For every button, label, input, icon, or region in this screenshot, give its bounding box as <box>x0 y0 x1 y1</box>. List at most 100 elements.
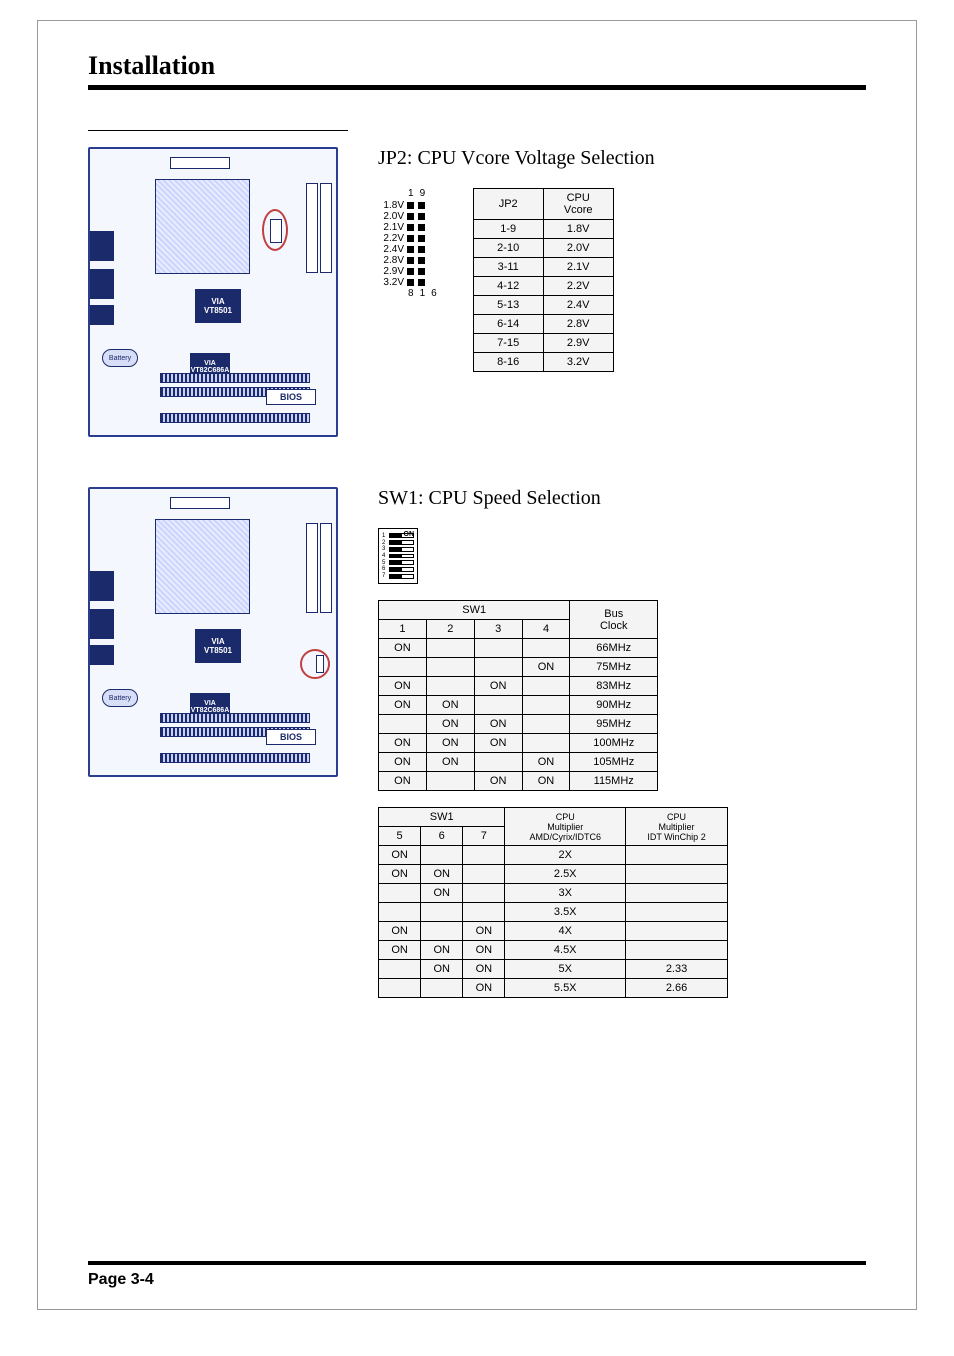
table-cell <box>474 753 522 772</box>
page: Installation VIA VT8501 VIA VT82C686A Ba… <box>37 20 917 1310</box>
dip-number: 1 <box>382 533 385 539</box>
table-cell: ON <box>421 941 463 960</box>
table-cell: 6-14 <box>473 315 543 334</box>
voltage-label: 2.8V <box>378 255 404 266</box>
dip-switch-icon <box>389 547 414 552</box>
dip-number: 6 <box>382 566 385 572</box>
dimm-slot <box>320 523 332 613</box>
table-cell: 2.33 <box>626 960 728 979</box>
table-row: 3-112.1V <box>473 258 613 277</box>
table-cell <box>522 696 570 715</box>
expansion-slot <box>160 373 310 383</box>
port <box>90 269 114 299</box>
table-cell <box>379 903 421 922</box>
bios-chip: BIOS <box>266 389 316 405</box>
battery: Battery <box>102 689 138 707</box>
table-row: ONON2.5X <box>379 865 728 884</box>
dip-switch-col <box>389 533 414 579</box>
pin-icon <box>418 224 425 231</box>
sw1-switch <box>316 655 324 673</box>
table-cell: ON <box>379 677 427 696</box>
table-cell: ON <box>379 753 427 772</box>
northbridge-chip: VIA VT8501 <box>195 289 241 323</box>
sw1a-bus-header: Bus Clock <box>570 601 658 639</box>
table-cell: ON <box>379 639 427 658</box>
table-cell <box>626 941 728 960</box>
table-cell: 4.5X <box>505 941 626 960</box>
port <box>90 305 114 325</box>
sw1-right-col: SW1: CPU Speed Selection 1234567 ON SW1 … <box>378 487 866 998</box>
expansion-slot <box>160 713 310 723</box>
voltage-label: 1.8V <box>378 200 404 211</box>
table-cell: 2.2V <box>543 277 613 296</box>
table-cell: 1.8V <box>543 220 613 239</box>
expansion-slot <box>160 753 310 763</box>
jp2-diagram-row: 2.1V <box>378 222 443 233</box>
table-row: 8-163.2V <box>473 353 613 372</box>
table-cell <box>463 903 505 922</box>
pin-icon <box>418 213 425 220</box>
table-cell: ON <box>379 865 421 884</box>
table-cell <box>379 884 421 903</box>
table-cell: ON <box>379 696 427 715</box>
sw1b-group-header: SW1 <box>379 808 505 827</box>
jp2-diagram-row: 2.0V <box>378 211 443 222</box>
jp2-diagram-row: 1.8V <box>378 200 443 211</box>
sw1b-col-header: 7 <box>463 827 505 846</box>
pin-icon <box>407 224 414 231</box>
dip-number: 5 <box>382 560 385 566</box>
table-cell: ON <box>474 772 522 791</box>
dip-switch-diagram: 1234567 ON <box>378 528 418 584</box>
table-cell: ON <box>522 753 570 772</box>
table-cell: ON <box>463 941 505 960</box>
pin-icon <box>418 257 425 264</box>
table-cell: 75MHz <box>570 658 658 677</box>
pin-label-1: 1 <box>408 188 420 199</box>
sw1-bus-clock-table: SW1 Bus Clock 1234 ON66MHzON75MHzONON83M… <box>378 600 658 791</box>
sw1b-col-header: 6 <box>421 827 463 846</box>
pin-icon <box>407 235 414 242</box>
voltage-label: 2.1V <box>378 222 404 233</box>
jp2-diagram-row: 2.8V <box>378 255 443 266</box>
table-cell <box>426 658 474 677</box>
dip-number: 4 <box>382 553 385 559</box>
table-row: ONON90MHz <box>379 696 658 715</box>
sw1-heading: SW1: CPU Speed Selection <box>378 487 866 510</box>
table-row: ONONON100MHz <box>379 734 658 753</box>
page-title: Installation <box>88 51 866 81</box>
pin-icon <box>418 235 425 242</box>
table-cell <box>522 639 570 658</box>
table-cell: 2.66 <box>626 979 728 998</box>
jp2-diagram-row: 2.2V <box>378 233 443 244</box>
jp2-pin-diagram: 19 1.8V2.0V2.1V2.2V2.4V2.8V2.9V3.2V 816 <box>378 188 443 299</box>
table-cell: ON <box>522 658 570 677</box>
dip-switch-icon <box>389 574 414 579</box>
jp2-col-header: JP2 <box>473 189 543 220</box>
dip-on-label: ON <box>404 531 415 538</box>
sw1b-mult1-header: CPU Multiplier AMD/Cyrix/IDTC6 <box>505 808 626 846</box>
pin-icon <box>407 268 414 275</box>
pin-label-16: 16 <box>420 288 443 299</box>
table-cell <box>379 658 427 677</box>
table-row: ON75MHz <box>379 658 658 677</box>
table-cell: ON <box>379 941 421 960</box>
sw1a-group-header: SW1 <box>379 601 570 620</box>
sw1a-col-header: 1 <box>379 620 427 639</box>
table-cell <box>626 903 728 922</box>
pin-icon <box>418 279 425 286</box>
table-row: 5-132.4V <box>473 296 613 315</box>
sw1a-col-header: 4 <box>522 620 570 639</box>
table-cell: ON <box>474 677 522 696</box>
table-cell: 105MHz <box>570 753 658 772</box>
battery: Battery <box>102 349 138 367</box>
bios-chip: BIOS <box>266 729 316 745</box>
jp2-heading: JP2: CPU Vcore Voltage Selection <box>378 147 866 170</box>
dip-number: 2 <box>382 540 385 546</box>
table-cell: 95MHz <box>570 715 658 734</box>
table-cell: ON <box>426 734 474 753</box>
table-cell: ON <box>421 960 463 979</box>
table-row: ONON83MHz <box>379 677 658 696</box>
table-cell <box>379 979 421 998</box>
table-cell: 66MHz <box>570 639 658 658</box>
sw1-section: VIA VT8501 VIA VT82C686A Battery BIOS SW… <box>88 487 866 998</box>
